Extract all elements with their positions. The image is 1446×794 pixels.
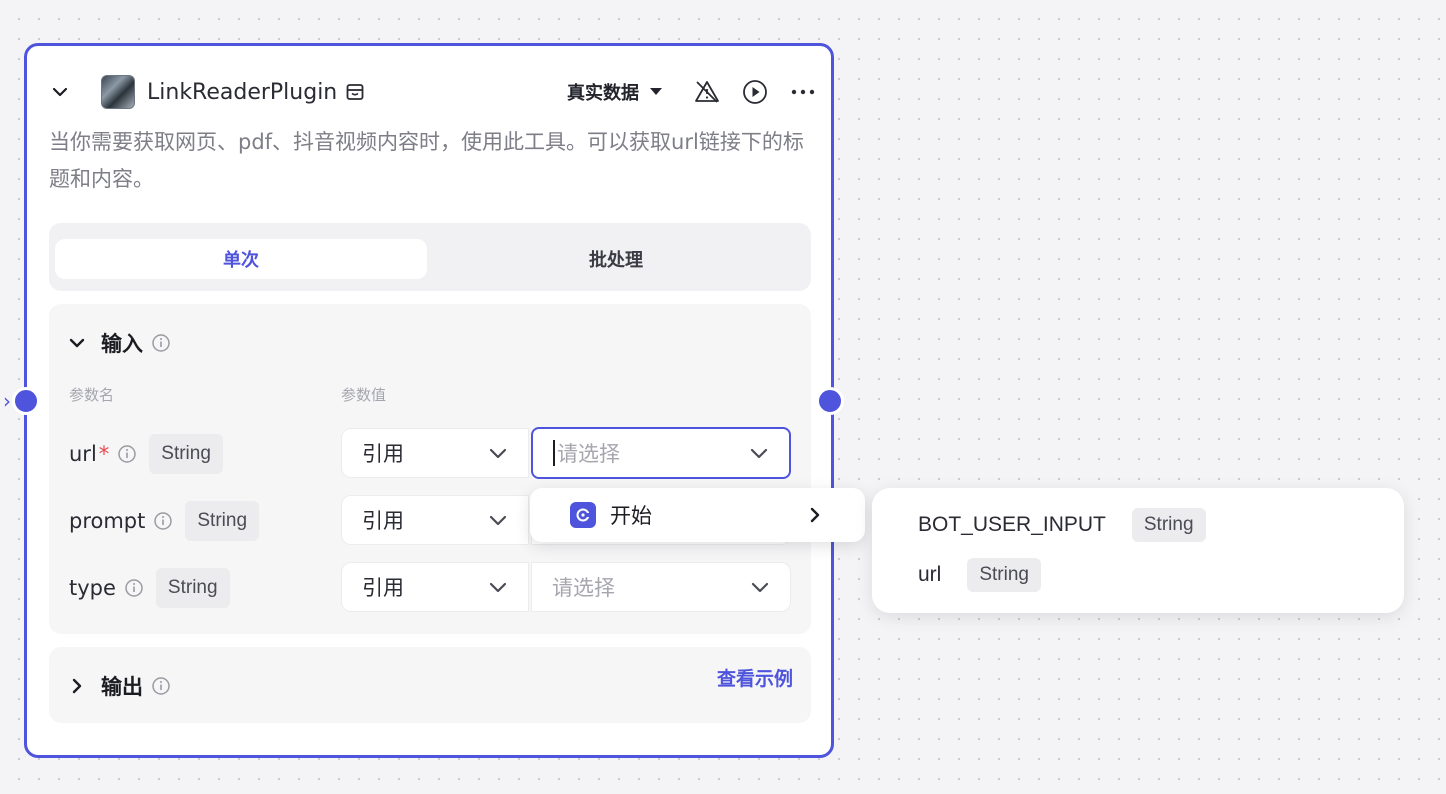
variable-name: BOT_USER_INPUT — [918, 513, 1106, 536]
ref-type-value: 引用 — [362, 442, 404, 466]
info-icon[interactable] — [153, 511, 173, 531]
input-port[interactable] — [12, 387, 40, 415]
tab-batch[interactable]: 批处理 — [427, 239, 805, 279]
chevron-down-icon — [489, 448, 507, 459]
data-source-label: 真实数据 — [567, 83, 639, 104]
ref-type-value: 引用 — [362, 576, 404, 600]
variable-type-tag: String — [1131, 508, 1206, 542]
collapse-chevron-icon[interactable] — [47, 79, 73, 105]
variable-option[interactable]: url String — [918, 555, 1041, 595]
mode-tabs: 单次 批处理 — [49, 223, 811, 291]
output-port[interactable] — [816, 387, 844, 415]
param-name-label: type — [69, 576, 116, 600]
input-section-title: 输入 — [101, 332, 143, 356]
plugin-node[interactable]: › LinkReaderPlugin 真实数据 当你需要获取网页、pdf、抖音视… — [3, 43, 844, 758]
variable-name: url — [918, 563, 942, 586]
input-section: 输入 参数名 参数值 url * String 引用 请选择 prompt St… — [49, 304, 811, 634]
ref-value-placeholder: 请选择 — [557, 442, 620, 466]
node-header: LinkReaderPlugin 真实数据 — [47, 74, 817, 110]
warning-off-icon[interactable] — [693, 78, 721, 106]
variable-submenu: BOT_USER_INPUT String url String — [872, 488, 1404, 613]
param-row-url: url * String 引用 请选择 — [49, 427, 811, 482]
ref-value-select[interactable]: 请选择 — [531, 427, 791, 479]
info-icon[interactable] — [151, 333, 171, 353]
info-icon[interactable] — [151, 676, 171, 696]
param-type-tag: String — [155, 568, 230, 608]
input-section-header[interactable]: 输入 — [67, 328, 171, 358]
text-caret — [553, 440, 555, 466]
output-section: 输出 查看示例 — [49, 647, 811, 723]
ref-type-select[interactable]: 引用 — [341, 495, 529, 545]
start-node-icon — [570, 502, 596, 528]
param-name-prompt: prompt String — [69, 495, 260, 547]
param-type-tag: String — [149, 434, 223, 474]
store-icon[interactable] — [345, 82, 365, 102]
param-name-type: type String — [69, 562, 230, 614]
menu-item-start[interactable]: 开始 — [610, 500, 805, 530]
param-name-label: prompt — [69, 509, 146, 533]
chevron-down-icon — [489, 515, 507, 526]
plugin-logo — [101, 75, 135, 109]
more-icon[interactable] — [789, 78, 817, 106]
output-section-header[interactable]: 输出 — [67, 671, 171, 701]
ref-source-menu: 开始 — [530, 488, 865, 542]
data-source-select[interactable]: 真实数据 — [567, 79, 663, 105]
ref-value-select[interactable]: 请选择 — [531, 562, 791, 612]
ref-value-placeholder: 请选择 — [552, 576, 615, 600]
ref-type-select[interactable]: 引用 — [341, 562, 529, 612]
variable-type-tag: String — [967, 558, 1041, 592]
info-icon[interactable] — [124, 578, 144, 598]
chevron-down-icon — [751, 582, 769, 593]
param-name-column-label: 参数名 — [69, 386, 115, 404]
info-icon[interactable] — [117, 444, 137, 464]
node-description: 当你需要获取网页、pdf、抖音视频内容时，使用此工具。可以获取url链接下的标题… — [49, 130, 804, 191]
chevron-down-icon — [750, 448, 768, 459]
see-example-link[interactable]: 查看示例 — [717, 664, 793, 691]
param-value-column-label: 参数值 — [341, 386, 387, 404]
param-name-label: url — [69, 442, 97, 466]
output-section-title: 输出 — [101, 675, 143, 699]
required-marker: * — [98, 442, 110, 466]
node-title: LinkReaderPlugin — [147, 79, 338, 105]
chevron-down-icon — [69, 338, 85, 348]
caret-down-icon — [650, 88, 662, 95]
param-name-url: url * String — [69, 428, 223, 480]
ref-type-value: 引用 — [362, 509, 404, 533]
variable-option[interactable]: BOT_USER_INPUT String — [918, 505, 1206, 545]
chevron-right-icon — [72, 678, 82, 694]
chevron-right-icon — [810, 507, 820, 523]
ref-type-select[interactable]: 引用 — [341, 428, 529, 478]
param-type-tag: String — [185, 501, 260, 541]
chevron-down-icon — [489, 582, 507, 593]
param-row-type: type String 引用 请选择 — [49, 562, 811, 616]
run-icon[interactable] — [741, 78, 769, 106]
tab-single[interactable]: 单次 — [55, 239, 427, 279]
